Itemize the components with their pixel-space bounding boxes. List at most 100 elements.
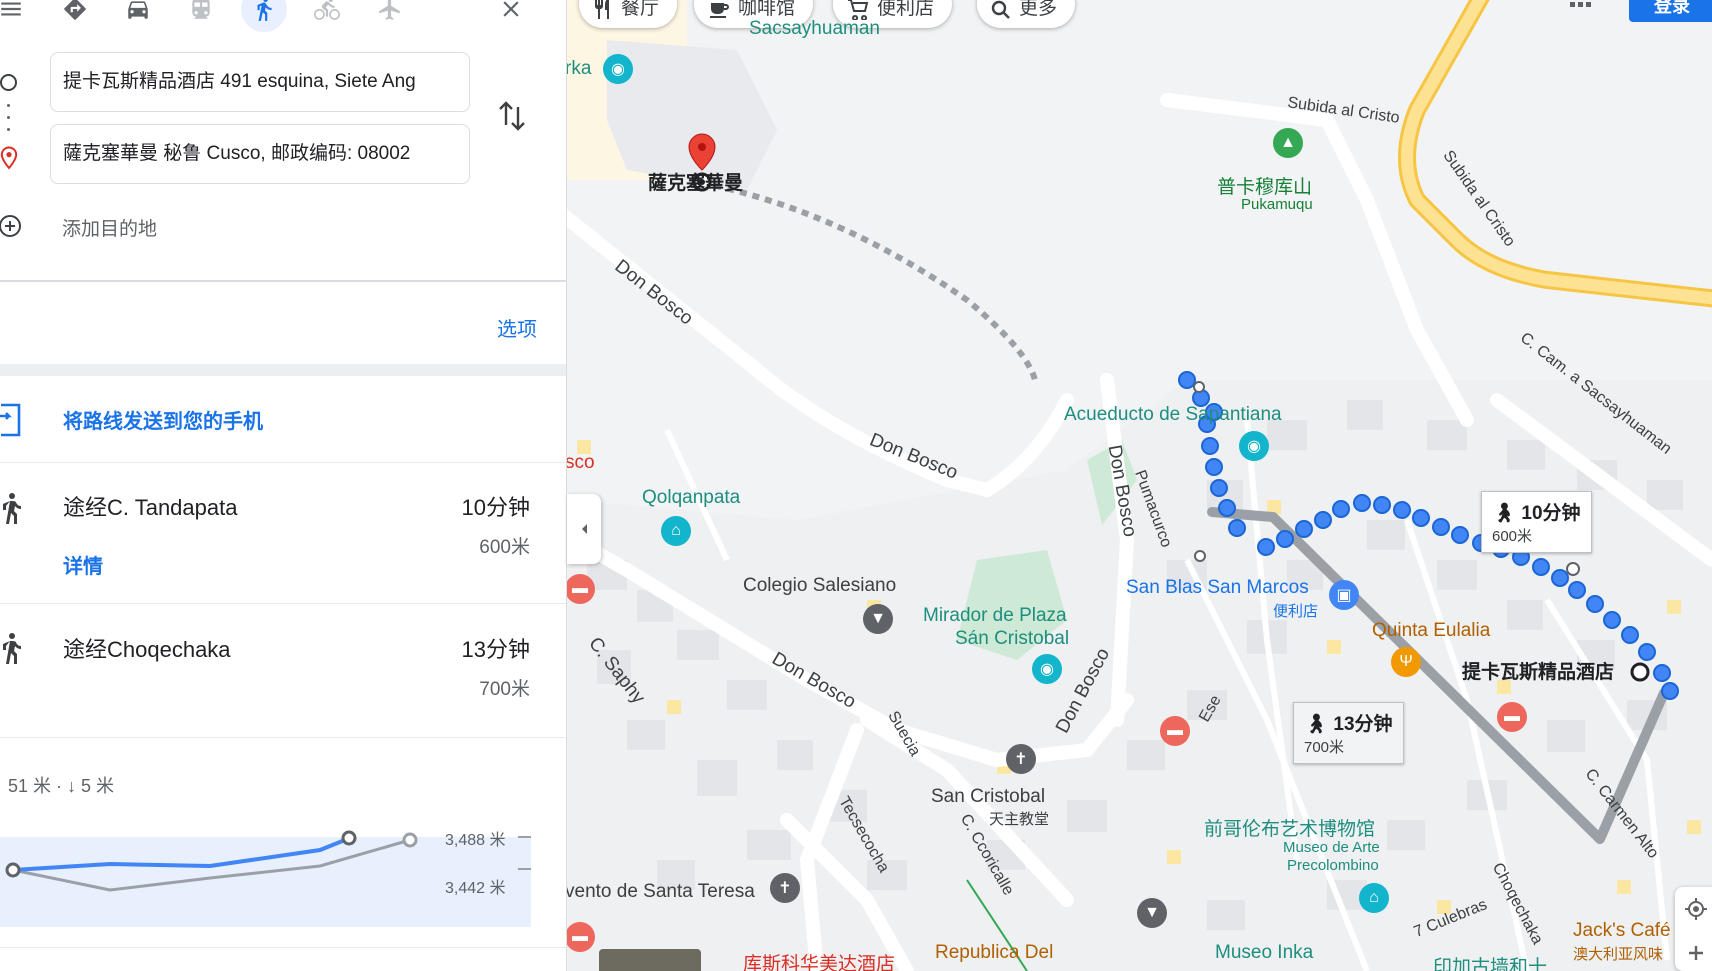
- map-controls: [1675, 887, 1712, 971]
- route-title: 途经C. Tandapata: [63, 495, 238, 520]
- route-title: 途经Choqechaka: [63, 637, 231, 662]
- chip-label: 便利店: [877, 0, 935, 19]
- fork-knife-icon: [595, 0, 609, 19]
- hotel-icon[interactable]: ▬: [565, 574, 595, 604]
- chip-label: 餐厅: [621, 0, 660, 19]
- options-link[interactable]: 选项: [497, 313, 537, 342]
- chip-restaurants[interactable]: 餐厅: [579, 0, 678, 28]
- restaurant-icon[interactable]: Ψ: [1391, 647, 1421, 677]
- menu-icon[interactable]: [0, 0, 34, 32]
- divider: [0, 947, 566, 948]
- place-label: Precolombino: [1287, 857, 1379, 874]
- hotel-icon[interactable]: ▬: [1497, 702, 1527, 732]
- photo-thumbnail[interactable]: [599, 949, 701, 971]
- plane-icon[interactable]: [367, 0, 413, 32]
- sign-in-button[interactable]: 登录: [1629, 0, 1712, 22]
- callout-time: 10分钟: [1521, 503, 1581, 524]
- route-time: 13分钟: [461, 637, 530, 662]
- my-location-icon[interactable]: [1684, 897, 1708, 921]
- shop-icon[interactable]: ▣: [1329, 580, 1359, 610]
- school-icon[interactable]: ▼: [863, 604, 893, 634]
- elevation-high-label: 3,488 米: [445, 832, 506, 849]
- travel-mode-bar: [0, 0, 566, 34]
- divider: [0, 603, 566, 604]
- place-label: Sacsayhuaman: [749, 18, 880, 39]
- place-label: Sán Cristobal: [955, 628, 1070, 649]
- elevation-start-marker: [5, 862, 21, 878]
- place-label: 前哥伦布艺术博物馆: [1204, 819, 1376, 840]
- elevation-end-marker-alt: [402, 832, 418, 848]
- bike-icon[interactable]: [304, 0, 350, 32]
- route-time: 10分钟: [461, 495, 530, 520]
- place-label: vento de Santa Teresa: [565, 881, 755, 902]
- hotel-icon[interactable]: ▬: [1160, 716, 1190, 746]
- car-icon[interactable]: [115, 0, 161, 32]
- add-destination-link[interactable]: 添加目的地: [62, 214, 157, 241]
- hotel-icon[interactable]: ▬: [565, 922, 595, 952]
- route-callout-selected[interactable]: 🚶︎ 10分钟 600米: [1481, 491, 1592, 553]
- route-distance: 700米: [479, 679, 530, 700]
- search-icon: [991, 0, 1010, 19]
- origin-circle-icon: [0, 74, 17, 91]
- callout-distance: 600米: [1492, 528, 1533, 545]
- place-label: 印加古墙和十: [1433, 957, 1548, 971]
- train-icon[interactable]: [178, 0, 224, 32]
- chip-label: 更多: [1019, 0, 1058, 19]
- walk-icon[interactable]: [241, 0, 287, 32]
- divider: [0, 737, 566, 738]
- place-label: Pukamuqu: [1241, 196, 1313, 213]
- close-icon[interactable]: [488, 0, 534, 32]
- send-to-phone-link[interactable]: 将路线发送到您的手机: [63, 405, 263, 434]
- church-icon[interactable]: ✝: [1006, 744, 1036, 774]
- camera-icon[interactable]: ◉: [1032, 654, 1062, 684]
- swap-icon[interactable]: [497, 99, 527, 133]
- camera-icon[interactable]: ◉: [603, 54, 633, 84]
- place-label: Republica Del: [935, 942, 1054, 963]
- place-label: 天主教堂: [989, 811, 1050, 828]
- place-label: Qolqanpata: [642, 487, 741, 508]
- map-canvas[interactable]: 餐厅 咖啡馆 便利店 更多 登录 Sacsayhuaman 薩克塞華曼 rka …: [565, 0, 1712, 971]
- apps-grid-icon[interactable]: [1570, 0, 1592, 8]
- place-label: San Cristobal: [931, 786, 1046, 807]
- place-label: 便利店: [1273, 603, 1319, 620]
- place-label: 普卡穆库山: [1217, 177, 1313, 198]
- coffee-icon: [710, 3, 729, 18]
- route-details-link[interactable]: 详情: [63, 550, 103, 579]
- divider: [0, 364, 566, 376]
- church-icon[interactable]: ✝: [770, 873, 800, 903]
- diamond-route-icon[interactable]: [52, 0, 98, 32]
- walk-icon: [3, 493, 21, 524]
- route-distance: 600米: [479, 537, 530, 558]
- divider: [0, 280, 566, 282]
- callout-time: 13分钟: [1333, 714, 1393, 735]
- origin-input[interactable]: 提卡瓦斯精品酒店 491 esquina, Siete Ang: [50, 52, 470, 112]
- callout-distance: 700米: [1304, 739, 1345, 756]
- connector-dot: [7, 104, 10, 107]
- route-callout-alternate[interactable]: 🚶︎ 13分钟 700米: [1293, 702, 1404, 764]
- elevation-summary: 51 米 · ↓ 5 米: [8, 776, 115, 796]
- collapse-panel-button[interactable]: [567, 494, 601, 564]
- place-label: Colegio Salesiano: [743, 575, 897, 596]
- place-label: Quinta Eulalia: [1372, 620, 1491, 641]
- directions-panel: 提卡瓦斯精品酒店 491 esquina, Siete Ang 薩克塞華曼 秘鲁…: [0, 0, 567, 971]
- mountain-icon[interactable]: ▲: [1273, 128, 1303, 158]
- connector-dot: [7, 116, 10, 119]
- cart-icon: [848, 0, 869, 20]
- add-circle-icon[interactable]: [0, 213, 24, 239]
- destination-input[interactable]: 薩克塞華曼 秘鲁 Cusco, 邮政编码: 08002: [50, 124, 470, 184]
- connector-dot: [7, 128, 10, 131]
- school-icon[interactable]: ▼: [1137, 898, 1167, 928]
- place-label: Museo Inka: [1215, 942, 1314, 963]
- camera-icon[interactable]: ◉: [1239, 431, 1269, 461]
- museum-icon[interactable]: ⌂: [1359, 883, 1389, 913]
- walk-icon: [3, 633, 21, 664]
- chip-more[interactable]: 更多: [977, 0, 1076, 28]
- zoom-in-icon[interactable]: [1686, 943, 1706, 963]
- chip-label: 咖啡馆: [738, 0, 796, 19]
- origin-label: 提卡瓦斯精品酒店: [1462, 662, 1615, 683]
- place-label: rka: [565, 58, 592, 79]
- museum-icon[interactable]: ⌂: [661, 516, 691, 546]
- divider: [0, 462, 566, 463]
- place-label: 澳大利亚风味: [1573, 946, 1664, 963]
- walk-icon: 🚶︎: [1304, 714, 1329, 735]
